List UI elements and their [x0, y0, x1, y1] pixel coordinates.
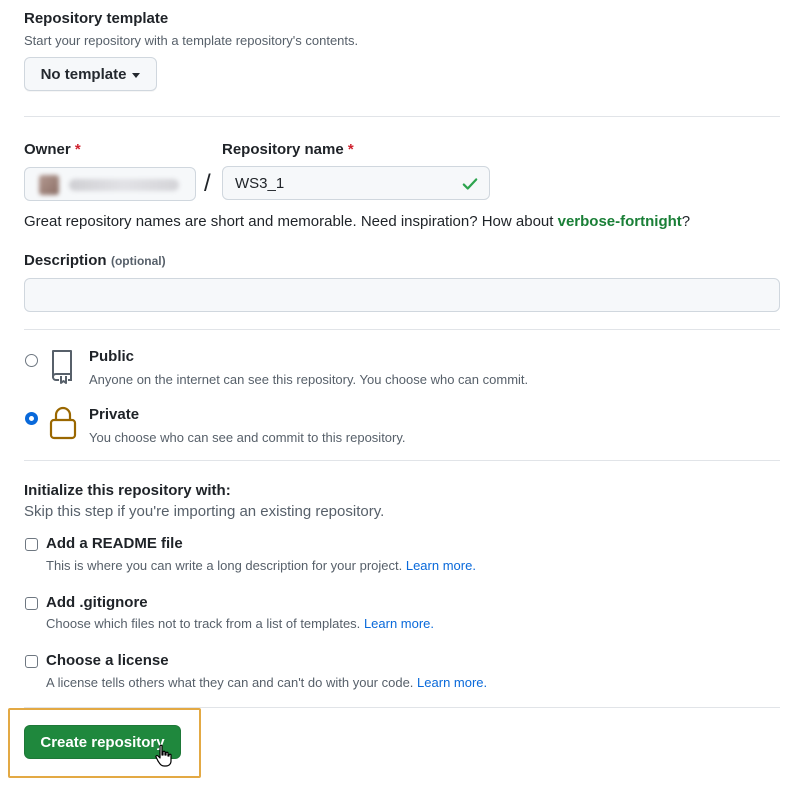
private-radio[interactable] — [25, 412, 38, 425]
owner-avatar — [39, 175, 59, 195]
divider — [24, 116, 780, 117]
owner-label: Owner * — [24, 141, 81, 158]
check-icon — [462, 178, 478, 190]
template-dropdown-button[interactable]: No template — [24, 57, 157, 91]
public-title: Public — [89, 348, 135, 365]
repo-name-hint-suffix: ? — [681, 213, 691, 230]
create-repository-label: Create repository — [40, 733, 165, 751]
template-subtext: Start your repository with a template re… — [24, 33, 359, 48]
private-title: Private — [89, 406, 140, 423]
repo-book-icon — [52, 350, 72, 384]
repo-name-label-text: Repository name — [222, 141, 344, 158]
caret-down-icon — [132, 72, 141, 78]
description-label-text: Description — [24, 252, 107, 269]
repo-name-input[interactable]: WS3_1 — [222, 166, 490, 200]
divider — [24, 460, 780, 461]
license-desc-text: A license tells others what they can and… — [46, 675, 414, 690]
repo-name-value: WS3_1 — [235, 174, 285, 192]
readme-checkbox[interactable] — [25, 538, 38, 551]
description-input[interactable] — [24, 278, 780, 312]
readme-title: Add a README file — [46, 535, 183, 552]
repo-name-hint-text: Great repository names are short and mem… — [24, 213, 558, 230]
readme-desc-text: This is where you can write a long descr… — [46, 558, 403, 573]
gitignore-desc-text: Choose which files not to track from a l… — [46, 616, 361, 631]
suggestion-link[interactable]: verbose-fortnight — [558, 213, 682, 230]
license-desc: A license tells others what they can and… — [46, 675, 487, 690]
license-checkbox[interactable] — [25, 655, 38, 668]
repo-name-hint: Great repository names are short and mem… — [24, 213, 690, 230]
repo-name-label: Repository name * — [222, 141, 354, 158]
repo-name-required-mark: * — [347, 141, 354, 158]
template-dropdown-label: No template — [40, 65, 127, 83]
readme-learn-more-link[interactable]: Learn more. — [406, 558, 476, 573]
hand-cursor-icon — [155, 744, 172, 767]
description-optional-tag: (optional) — [110, 254, 166, 268]
gitignore-learn-more-link[interactable]: Learn more. — [364, 616, 434, 631]
initialize-heading: Initialize this repository with: — [24, 482, 231, 499]
template-heading: Repository template — [24, 10, 169, 27]
owner-select[interactable] — [24, 167, 196, 201]
initialize-subtext: Skip this step if you're importing an ex… — [24, 503, 385, 520]
owner-repo-separator: / — [204, 170, 211, 197]
owner-label-text: Owner — [24, 141, 71, 158]
readme-desc: This is where you can write a long descr… — [46, 558, 476, 573]
public-radio[interactable] — [25, 354, 38, 367]
description-label: Description (optional) — [24, 252, 166, 270]
private-desc: You choose who can see and commit to thi… — [89, 430, 406, 445]
gitignore-title: Add .gitignore — [46, 594, 148, 611]
public-desc: Anyone on the internet can see this repo… — [89, 372, 529, 387]
lock-icon — [49, 406, 77, 440]
license-title: Choose a license — [46, 652, 169, 669]
divider — [24, 329, 780, 330]
owner-required-mark: * — [74, 141, 81, 158]
gitignore-desc: Choose which files not to track from a l… — [46, 616, 434, 631]
owner-name-blurred — [69, 179, 179, 191]
license-learn-more-link[interactable]: Learn more. — [417, 675, 487, 690]
gitignore-checkbox[interactable] — [25, 597, 38, 610]
